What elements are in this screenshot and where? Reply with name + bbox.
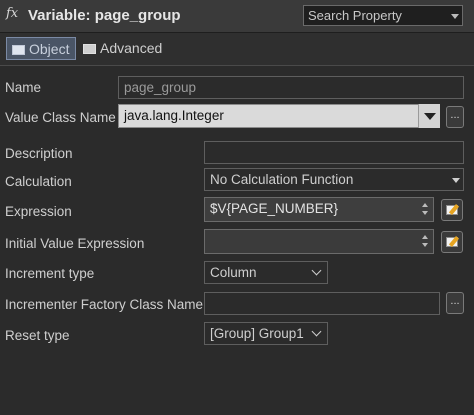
function-icon: fx [6, 6, 19, 21]
tab-object-label: Object [29, 41, 70, 57]
increment-type-label: Increment type [5, 266, 95, 281]
chevron-down-icon[interactable] [451, 14, 459, 19]
expression-field[interactable]: $V{PAGE_NUMBER} [204, 197, 434, 222]
title-bar: fx Variable: page_group Search Property [0, 0, 474, 33]
chevron-down-icon [424, 113, 436, 120]
search-property-input[interactable]: Search Property [303, 5, 463, 26]
initial-value-editor-button[interactable] [441, 231, 463, 253]
initial-value-field[interactable] [204, 229, 434, 254]
object-icon [12, 45, 25, 55]
table-icon [83, 44, 96, 54]
description-field[interactable] [204, 141, 464, 164]
tab-bar: Object Advanced [0, 33, 474, 66]
reset-type-label: Reset type [5, 328, 70, 343]
reset-type-select[interactable]: [Group] Group1 [204, 322, 328, 345]
chevron-down-icon [422, 243, 428, 247]
value-class-combobox[interactable]: java.lang.Integer [118, 104, 440, 128]
increment-type-select[interactable]: Column [204, 261, 328, 284]
incrementer-factory-field[interactable] [204, 292, 440, 315]
calculation-label: Calculation [5, 174, 72, 189]
panel-title: Variable: page_group [28, 7, 181, 24]
description-label: Description [5, 146, 73, 161]
initial-value-label: Initial Value Expression [5, 236, 145, 251]
calculation-select[interactable]: No Calculation Function [204, 168, 464, 191]
chevron-down-icon [422, 211, 428, 215]
tab-object[interactable]: Object [6, 37, 76, 60]
initial-value-spinner[interactable] [421, 230, 431, 253]
expression-editor-button[interactable] [441, 199, 463, 221]
chevron-up-icon [422, 235, 428, 239]
incrementer-factory-browse-button[interactable]: ... [446, 292, 464, 314]
search-placeholder: Search Property [308, 8, 402, 23]
tab-advanced-label: Advanced [100, 40, 163, 56]
value-class-dropdown-button[interactable] [418, 104, 440, 128]
expression-label: Expression [5, 204, 72, 219]
value-class-label: Value Class Name [5, 110, 116, 125]
value-class-browse-button[interactable]: ... [446, 106, 464, 128]
tab-advanced[interactable]: Advanced [78, 37, 168, 60]
expression-spinner[interactable] [421, 198, 431, 221]
incrementer-factory-label: Incrementer Factory Class Name [5, 297, 204, 312]
chevron-down-icon[interactable] [452, 178, 460, 183]
name-field[interactable]: page_group [118, 76, 464, 99]
name-label: Name [5, 80, 42, 95]
chevron-up-icon [422, 203, 428, 207]
